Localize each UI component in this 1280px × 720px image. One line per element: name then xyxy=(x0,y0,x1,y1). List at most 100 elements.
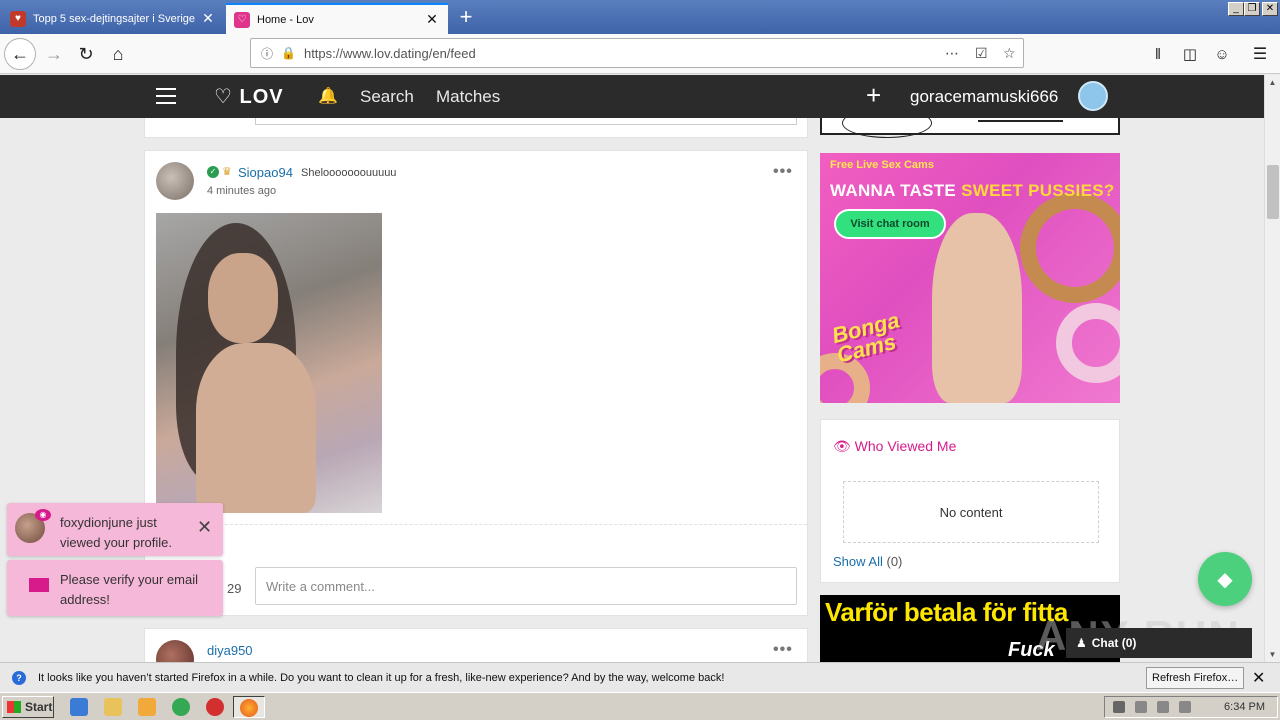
new-tab-icon[interactable]: + xyxy=(454,4,478,30)
home-icon[interactable]: ⌂ xyxy=(102,38,134,70)
profile-view-toast[interactable]: ◉ foxydionjune just viewed your profile.… xyxy=(7,503,223,556)
media-player-icon[interactable] xyxy=(138,698,156,716)
chat-button[interactable]: ♟ Chat (0) xyxy=(1066,628,1252,658)
pocket-icon[interactable]: ☑ xyxy=(975,45,988,62)
previous-post-card xyxy=(144,118,808,138)
account-icon[interactable]: ☺ xyxy=(1206,38,1238,70)
scroll-thumb[interactable] xyxy=(1267,165,1279,219)
scroll-down-icon[interactable]: ▼ xyxy=(1265,647,1280,662)
minimize-icon[interactable]: _ xyxy=(1228,2,1244,16)
taskbar-firefox[interactable] xyxy=(233,696,265,718)
clock: 6:34 PM xyxy=(1224,701,1265,713)
firefox-icon xyxy=(240,699,258,717)
post-author-avatar[interactable] xyxy=(156,640,194,662)
sidebar-icon[interactable]: ◫ xyxy=(1174,38,1206,70)
site-logo[interactable]: ♡ LOV xyxy=(214,84,284,109)
vertical-scrollbar[interactable]: ▲ ▼ xyxy=(1264,75,1280,662)
ad-brand-logo: Bonga Cams xyxy=(829,307,902,368)
tab-close-icon[interactable]: ✕ xyxy=(200,10,216,27)
close-icon[interactable]: ✕ xyxy=(1252,668,1265,688)
who-viewed-me-widget: 👁 Who Viewed Me No content Show All (0) xyxy=(820,419,1120,583)
browser-tabstrip: ♥ Topp 5 sex-dejtingsajter i Sverige ✕ ♡… xyxy=(0,0,1280,34)
verified-check-icon: ✓ xyxy=(207,166,219,178)
folder-icon[interactable] xyxy=(104,698,122,716)
lov-favicon-icon: ♡ xyxy=(234,11,250,28)
mail-icon xyxy=(29,578,49,592)
scroll-up-icon[interactable]: ▲ xyxy=(1265,75,1280,90)
flag-icon[interactable] xyxy=(1179,701,1191,713)
chat-label: Chat (0) xyxy=(1091,636,1137,650)
close-icon[interactable]: ✕ xyxy=(197,517,212,538)
windows-taskbar: Start 6:34 PM xyxy=(0,692,1280,720)
url-bar[interactable]: ⓘ 🔒 https://www.lov.dating/en/feed ⋯ ☑ ☆ xyxy=(250,38,1024,68)
show-all-link[interactable]: Show All (0) xyxy=(833,554,902,569)
bookmark-star-icon[interactable]: ☆ xyxy=(1003,45,1016,62)
chrome-icon[interactable] xyxy=(172,698,190,716)
visit-chat-room-button[interactable]: Visit chat room xyxy=(834,209,946,239)
system-tray: 6:34 PM xyxy=(1104,696,1278,718)
comment-input[interactable] xyxy=(255,567,797,605)
heart-favicon-icon: ♥ xyxy=(10,10,26,27)
menu-icon[interactable]: ☰ xyxy=(1244,38,1276,70)
close-window-icon[interactable]: ✕ xyxy=(1262,2,1278,16)
bongacams-ad[interactable]: Free Live Sex Cams WANNA TASTE SWEET PUS… xyxy=(820,153,1120,403)
notifications-bell-icon[interactable]: 🔔 xyxy=(318,86,338,106)
previous-comment-input[interactable] xyxy=(255,118,797,125)
crown-icon: ♛ xyxy=(222,166,232,178)
post-options-icon[interactable]: ••• xyxy=(773,163,793,181)
toast-text: foxydionjune just viewed your profile. xyxy=(60,515,172,550)
post-author-avatar[interactable] xyxy=(156,162,194,200)
ie-icon[interactable] xyxy=(70,698,88,716)
firefox-notification-bar: ? It looks like you haven’t started Fire… xyxy=(0,662,1280,692)
tab-close-icon[interactable]: ✕ xyxy=(424,11,440,28)
post-timestamp: 4 minutes ago xyxy=(207,185,277,197)
tab-title: Home - Lov xyxy=(257,13,314,26)
site-header: ♡ LOV 🔔 Search Matches + goracemamuski66… xyxy=(0,75,1264,118)
refresh-firefox-button[interactable]: Refresh Firefox… xyxy=(1146,667,1245,689)
tab-topp5[interactable]: ♥ Topp 5 sex-dejtingsajter i Sverige ✕ xyxy=(2,3,224,34)
network-icon[interactable] xyxy=(1157,701,1169,713)
post-photo[interactable] xyxy=(156,213,382,513)
feed-page: ✓ ♛ Siopao94 Shelooooooouuuuu 4 minutes … xyxy=(0,118,1264,662)
tray-arrow-icon[interactable] xyxy=(1113,701,1125,713)
tab-home-lov[interactable]: ♡ Home - Lov ✕ xyxy=(226,3,448,34)
feed-post: ✓ ♛ Siopao94 Shelooooooouuuuu 4 minutes … xyxy=(144,150,808,616)
user-avatar[interactable] xyxy=(1078,81,1108,111)
url-text[interactable]: https://www.lov.dating/en/feed xyxy=(304,46,476,61)
restore-icon[interactable]: ❐ xyxy=(1244,2,1260,16)
question-icon: ? xyxy=(12,670,26,685)
reload-icon[interactable]: ↻ xyxy=(70,38,102,70)
no-content-placeholder: No content xyxy=(843,481,1099,543)
nav-matches-link[interactable]: Matches xyxy=(436,87,500,107)
back-icon[interactable]: ← xyxy=(4,38,36,70)
tab-title: Topp 5 sex-dejtingsajter i Sverige xyxy=(33,12,196,25)
post-author-name[interactable]: diya950 xyxy=(207,643,253,658)
info-icon[interactable]: ⓘ xyxy=(261,45,273,62)
browser-navbar: ← → ↻ ⌂ ⓘ 🔒 https://www.lov.dating/en/fe… xyxy=(0,34,1280,74)
windows-logo-icon xyxy=(7,701,21,713)
diamond-icon: ◆ xyxy=(1217,568,1233,591)
sidebar-sketch-ad[interactable] xyxy=(820,118,1120,138)
diamond-premium-button[interactable]: ◆ xyxy=(1198,552,1252,606)
page-actions-icon[interactable]: ⋯ xyxy=(945,45,959,62)
current-username[interactable]: goracemamuski666 xyxy=(910,87,1058,107)
post-author-name[interactable]: Siopao94 xyxy=(238,165,293,180)
add-post-icon[interactable]: + xyxy=(866,80,881,111)
post-status-text: Shelooooooouuuuu xyxy=(301,167,397,179)
ad2-headline: Varför betala för fitta xyxy=(825,597,1068,627)
opera-icon[interactable] xyxy=(206,698,224,716)
like-count: 29 xyxy=(227,581,242,596)
start-button[interactable]: Start xyxy=(2,696,54,718)
toast-text: Please verify your email address! xyxy=(60,572,198,607)
post-options-icon[interactable]: ••• xyxy=(773,641,793,659)
notification-text: It looks like you haven’t started Firefo… xyxy=(38,671,725,684)
volume-icon[interactable] xyxy=(1135,701,1147,713)
nav-search-link[interactable]: Search xyxy=(360,87,414,107)
verify-email-toast[interactable]: Please verify your email address! xyxy=(7,560,223,616)
forward-icon[interactable]: → xyxy=(38,38,70,70)
chat-users-icon: ♟ xyxy=(1076,636,1087,650)
hamburger-menu-icon[interactable] xyxy=(156,88,176,104)
feed-post: diya950 ••• xyxy=(144,628,808,662)
logo-text: LOV xyxy=(239,86,284,108)
library-icon[interactable]: ‖ xyxy=(1142,38,1174,70)
